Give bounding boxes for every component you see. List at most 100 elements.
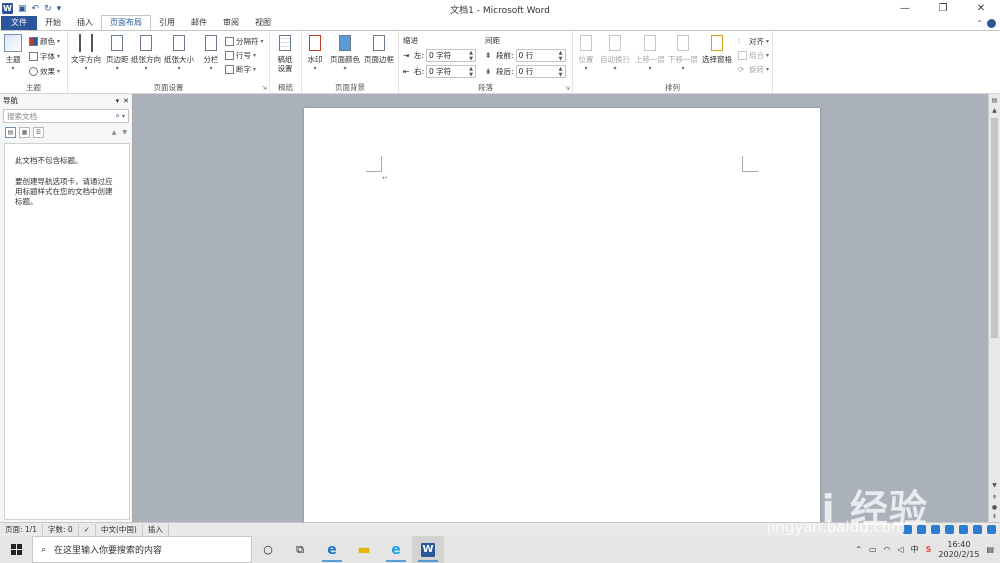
view-outline-icon[interactable]: [945, 525, 954, 534]
hyphenation-button[interactable]: 断字 ▾: [225, 64, 256, 75]
rotate-button[interactable]: ⟳ 旋转 ▾: [738, 64, 769, 75]
next-heading-icon[interactable]: ▼: [122, 129, 127, 136]
word-app-icon[interactable]: W: [412, 536, 444, 563]
scroll-down-icon[interactable]: ▼: [990, 481, 999, 490]
tray-expand-icon[interactable]: ⌃: [855, 545, 862, 554]
document-page[interactable]: ↵: [304, 108, 820, 528]
page-setup-launcher-icon[interactable]: ⇲: [262, 85, 267, 92]
wrap-text-button[interactable]: 自动换行 ▾: [600, 34, 630, 73]
status-page[interactable]: 页面: 1/1: [0, 523, 43, 536]
selection-pane-button[interactable]: 选择窗格: [702, 34, 732, 64]
customize-qat-icon[interactable]: ▾: [57, 4, 62, 14]
send-backward-button[interactable]: 下移一层 ▾: [668, 34, 698, 73]
search-icon[interactable]: ⌕: [116, 111, 120, 121]
nav-options-icon[interactable]: ▾: [116, 97, 120, 105]
spacing-after-spinner-icon[interactable]: ▲ ▼: [559, 66, 563, 78]
tab-file[interactable]: 文件: [1, 16, 37, 30]
tab-insert[interactable]: 插入: [69, 16, 101, 30]
draft-settings-button[interactable]: 稿纸 设置: [276, 34, 294, 73]
view-draft-icon[interactable]: [959, 525, 968, 534]
watermark-button[interactable]: 水印 ▾: [306, 34, 324, 73]
paper-size-button[interactable]: 纸张大小 ▾: [164, 34, 194, 73]
search-options-icon[interactable]: ▾: [122, 113, 125, 120]
headings-view-icon[interactable]: ▤: [5, 126, 16, 138]
page-color-button[interactable]: 页面颜色 ▾: [330, 34, 360, 73]
proofing-icon[interactable]: ✓: [79, 523, 96, 536]
help-icon[interactable]: ?: [987, 18, 996, 28]
notifications-icon[interactable]: ▤: [986, 545, 994, 554]
ime-indicator[interactable]: 中: [911, 544, 919, 555]
tab-review[interactable]: 审阅: [215, 16, 247, 30]
edge-app-icon[interactable]: e: [316, 536, 348, 563]
sogou-ime-icon[interactable]: S: [926, 545, 932, 554]
position-button[interactable]: 位置 ▾: [577, 34, 595, 73]
undo-icon[interactable]: ↶: [32, 4, 40, 14]
previous-page-icon[interactable]: ⇞: [990, 493, 999, 502]
tab-view[interactable]: 视图: [247, 16, 279, 30]
nav-search-input[interactable]: 搜索文档 ⌕ ▾: [3, 109, 129, 123]
pages-view-icon[interactable]: ▦: [19, 126, 30, 138]
view-full-screen-icon[interactable]: [917, 525, 926, 534]
spacing-after-input[interactable]: 0 行 ▲ ▼: [515, 65, 566, 78]
spacing-before-input[interactable]: 0 行 ▲ ▼: [515, 49, 566, 62]
results-view-icon[interactable]: ☰: [33, 126, 44, 138]
close-button[interactable]: ✕: [962, 0, 1000, 17]
bring-forward-button[interactable]: 上移一层 ▾: [635, 34, 665, 73]
tray-app-icon[interactable]: ▭: [869, 545, 877, 554]
theme-effects-button[interactable]: 效果 ▾: [29, 66, 60, 77]
system-clock[interactable]: 16:40 2020/2/15: [938, 540, 979, 560]
view-web-layout-icon[interactable]: [931, 525, 940, 534]
cortana-icon[interactable]: ○: [252, 536, 284, 563]
indent-right-spinner-icon[interactable]: ▲ ▼: [469, 66, 473, 78]
margins-button[interactable]: 页边距 ▾: [106, 34, 129, 73]
scrollbar-thumb[interactable]: [991, 118, 998, 338]
zoom-out-icon[interactable]: [973, 525, 982, 534]
text-direction-button[interactable]: 文字方向 ▾: [71, 34, 101, 73]
tab-page-layout[interactable]: 页面布局: [101, 15, 151, 30]
start-button[interactable]: [0, 536, 32, 563]
indent-left-input[interactable]: 0 字符 ▲ ▼: [426, 49, 477, 62]
themes-button[interactable]: 主题 ▾: [4, 34, 22, 73]
document-area[interactable]: ↵: [134, 94, 988, 528]
ie-app-icon[interactable]: e: [380, 536, 412, 563]
redo-icon[interactable]: ↻: [44, 4, 52, 14]
zoom-in-icon[interactable]: [987, 525, 996, 534]
status-insert-mode[interactable]: 插入: [143, 523, 169, 536]
vertical-scrollbar[interactable]: ▤ ▲ ▼ ⇞ ● ⇟: [988, 94, 1000, 522]
spacing-before-spinner-icon[interactable]: ▲ ▼: [559, 50, 563, 62]
indent-right-input[interactable]: 0 字符 ▲ ▼: [426, 65, 477, 78]
volume-icon[interactable]: ◁: [897, 545, 903, 554]
tab-mailings[interactable]: 邮件: [183, 16, 215, 30]
scroll-up-icon[interactable]: ▲: [990, 106, 999, 115]
nav-close-icon[interactable]: ✕: [123, 97, 129, 105]
line-numbers-button[interactable]: 行号 ▾: [225, 50, 256, 61]
word-logo-icon[interactable]: W: [2, 3, 13, 14]
theme-fonts-button[interactable]: 字体 ▾: [29, 51, 60, 62]
align-button[interactable]: ⫶ 对齐 ▾: [738, 36, 769, 47]
tab-home[interactable]: 开始: [37, 16, 69, 30]
minimize-button[interactable]: —: [886, 0, 924, 17]
paragraph-launcher-icon[interactable]: ⇲: [565, 85, 570, 92]
save-icon[interactable]: ▣: [18, 4, 27, 14]
columns-button[interactable]: 分栏 ▾: [202, 34, 220, 73]
view-print-layout-icon[interactable]: [903, 525, 912, 534]
ruler-toggle-icon[interactable]: ▤: [990, 96, 999, 105]
taskbar-search-box[interactable]: ⌕ 在这里输入你要搜索的内容: [32, 536, 252, 563]
browse-object-icon[interactable]: ●: [990, 503, 999, 512]
tab-references[interactable]: 引用: [151, 16, 183, 30]
restore-button[interactable]: ❐: [924, 0, 962, 17]
minimize-ribbon-icon[interactable]: ⌃: [976, 19, 983, 28]
network-icon[interactable]: ◠: [884, 545, 891, 554]
next-page-icon[interactable]: ⇟: [990, 512, 999, 521]
previous-heading-icon[interactable]: ▲: [112, 129, 117, 136]
file-explorer-icon[interactable]: ▬: [348, 536, 380, 563]
breaks-button[interactable]: 分隔符 ▾: [225, 36, 264, 47]
status-language[interactable]: 中文(中国): [96, 523, 143, 536]
page-borders-button[interactable]: 页面边框: [364, 34, 394, 64]
status-word-count[interactable]: 字数: 0: [43, 523, 79, 536]
indent-left-spinner-icon[interactable]: ▲ ▼: [469, 50, 473, 62]
group-objects-button[interactable]: 组合 ▾: [738, 50, 769, 61]
orientation-button[interactable]: 纸张方向 ▾: [131, 34, 161, 73]
theme-colors-button[interactable]: 颜色 ▾: [29, 36, 60, 47]
task-view-icon[interactable]: ⧉: [284, 536, 316, 563]
